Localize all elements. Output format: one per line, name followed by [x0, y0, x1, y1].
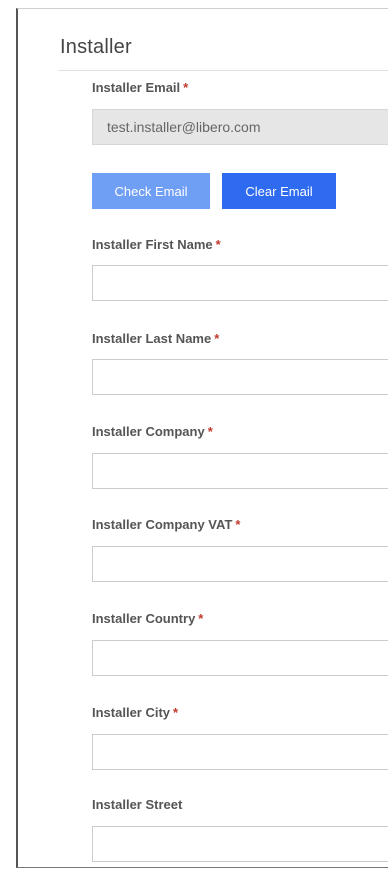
company-vat-field[interactable] — [92, 546, 388, 582]
required-asterisk: * — [235, 517, 241, 532]
installer-email-label-text: Installer Email — [92, 80, 181, 95]
last-name-field[interactable] — [92, 359, 388, 395]
installer-email-label: Installer Email * — [92, 80, 188, 95]
city-label-text: Installer City — [92, 705, 171, 720]
street-label-text: Installer Street — [92, 797, 183, 812]
required-asterisk: * — [214, 331, 220, 346]
last-name-label: Installer Last Name * — [92, 331, 219, 346]
country-label-text: Installer Country — [92, 611, 196, 626]
required-asterisk: * — [198, 611, 204, 626]
country-label: Installer Country * — [92, 611, 203, 626]
first-name-label-text: Installer First Name — [92, 237, 213, 252]
company-vat-label-text: Installer Company VAT — [92, 517, 233, 532]
section-title: Installer — [60, 36, 132, 58]
city-field[interactable] — [92, 734, 388, 770]
clear-email-button[interactable]: Clear Email — [222, 173, 336, 209]
required-asterisk: * — [207, 424, 213, 439]
company-label: Installer Company * — [92, 424, 213, 439]
section-divider — [58, 70, 388, 71]
installer-email-field[interactable] — [92, 109, 388, 145]
first-name-field[interactable] — [92, 265, 388, 301]
last-name-label-text: Installer Last Name — [92, 331, 212, 346]
country-field[interactable] — [92, 640, 388, 676]
company-label-text: Installer Company — [92, 424, 205, 439]
required-asterisk: * — [173, 705, 179, 720]
city-label: Installer City * — [92, 705, 178, 720]
company-vat-label: Installer Company VAT * — [92, 517, 240, 532]
first-name-label: Installer First Name * — [92, 237, 221, 252]
check-email-button[interactable]: Check Email — [92, 173, 210, 209]
street-field[interactable] — [92, 826, 388, 862]
required-asterisk: * — [183, 80, 189, 95]
required-asterisk: * — [215, 237, 221, 252]
company-field[interactable] — [92, 453, 388, 489]
street-label: Installer Street — [92, 797, 185, 812]
